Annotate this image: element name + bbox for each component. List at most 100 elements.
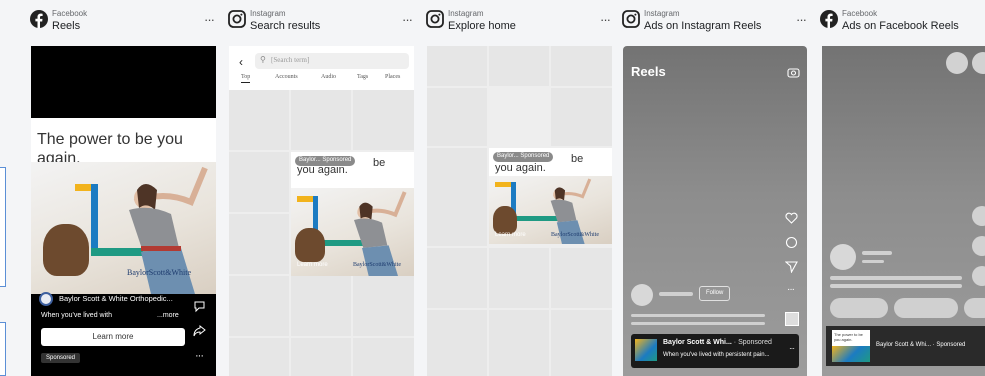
grid-tile[interactable] <box>489 310 549 376</box>
like-button[interactable] <box>972 206 985 226</box>
learn-more-overlay[interactable]: Learn more <box>297 262 328 268</box>
placement-card-instagram-explore: Instagram Explore home ··· you again. Ba… <box>426 0 612 376</box>
learn-more-button[interactable]: Learn more <box>41 328 185 346</box>
placement-card-facebook-reels-ads: Facebook Ads on Facebook Reels The power… <box>820 0 985 376</box>
username-placeholder <box>862 251 892 255</box>
brand-logo: BaylorScott&White <box>551 232 599 238</box>
ad-banner[interactable]: The power to be you again. Baylor Scott … <box>826 326 985 366</box>
placement-card-facebook-reels: Facebook Reels ··· The power to be you a… <box>30 0 216 376</box>
platform-label: Instagram <box>250 9 286 18</box>
avatar[interactable] <box>631 284 653 306</box>
grid-tile[interactable] <box>229 276 289 336</box>
grid-tile[interactable] <box>229 338 289 376</box>
card-header: Instagram Search results ··· <box>228 0 414 44</box>
comment-icon[interactable] <box>785 236 798 249</box>
cta-placeholder[interactable] <box>830 298 888 318</box>
ad-banner[interactable]: Baylor Scott & Whi... · Sponsored When y… <box>631 334 799 368</box>
back-icon[interactable]: ‹ <box>239 55 243 69</box>
more-options-button[interactable]: ··· <box>600 12 611 27</box>
placement-label: Reels <box>52 20 81 32</box>
ad-photo: Learn more BaylorScott&White <box>489 176 612 244</box>
profile-button[interactable] <box>972 52 985 74</box>
instagram-icon <box>622 10 640 28</box>
grid-tile[interactable] <box>229 90 289 150</box>
banner-more-icon[interactable]: ··· <box>789 344 795 353</box>
advertiser-name[interactable]: Baylor Scott & White Orthopedic... <box>59 294 173 303</box>
camera-button[interactable] <box>946 52 968 74</box>
cta-placeholder[interactable] <box>894 298 958 318</box>
left-edge-frame-lower <box>0 322 6 376</box>
grid-tile[interactable] <box>489 46 549 86</box>
tab-top[interactable]: Top <box>241 74 251 83</box>
grid-tile[interactable] <box>291 90 351 150</box>
ad-creative: The power to be you again. BaylorScott&W… <box>31 118 216 294</box>
comment-button[interactable] <box>972 236 985 256</box>
grid-tile[interactable] <box>353 90 414 150</box>
more-options-button[interactable]: ··· <box>796 12 807 27</box>
advertiser-avatar[interactable] <box>39 292 53 306</box>
follow-button[interactable]: Follow <box>699 286 731 301</box>
comment-icon[interactable] <box>193 300 206 313</box>
dog-illustration <box>295 228 325 262</box>
grid-tile[interactable] <box>353 276 414 336</box>
search-placeholder: [Search term] <box>271 56 310 64</box>
grid-tile[interactable] <box>551 310 612 376</box>
placement-card-instagram-reels: Instagram Ads on Instagram Reels ··· Ree… <box>622 0 808 376</box>
camera-icon[interactable] <box>787 66 800 79</box>
grid-tile[interactable] <box>427 248 487 308</box>
ad-headline: you again. <box>495 162 546 174</box>
brand-logo: BaylorScott&White <box>127 268 191 277</box>
placement-card-instagram-search: Instagram Search results ··· ‹ ⚲ [Search… <box>228 0 414 376</box>
reel-more-icon[interactable]: ··· <box>195 350 204 362</box>
card-header: Facebook Reels ··· <box>30 0 216 44</box>
grid-tile[interactable] <box>551 88 612 146</box>
grid-tile[interactable] <box>427 88 487 146</box>
placement-label: Ads on Instagram Reels <box>644 20 762 32</box>
card-header: Facebook Ads on Facebook Reels <box>820 0 985 44</box>
search-tabs: Top Accounts Audio Tags Places <box>229 74 414 88</box>
avatar[interactable] <box>830 244 856 270</box>
grid-tile[interactable] <box>291 338 351 376</box>
grid-tile[interactable] <box>353 338 414 376</box>
instagram-icon <box>426 10 444 28</box>
grid-tile[interactable] <box>229 214 289 274</box>
ad-tile[interactable]: you again. Baylor... Sponsored be Learn … <box>489 148 612 244</box>
share-button[interactable] <box>972 266 985 286</box>
card-header: Instagram Explore home ··· <box>426 0 612 44</box>
card-header: Instagram Ads on Instagram Reels ··· <box>622 0 808 44</box>
username-placeholder <box>862 260 884 263</box>
tab-audio[interactable]: Audio <box>321 74 336 80</box>
sponsored-pill: Baylor... Sponsored <box>493 152 554 162</box>
heart-icon[interactable] <box>785 212 798 224</box>
grid-tile[interactable] <box>551 248 612 308</box>
learn-more-overlay[interactable]: Learn more <box>495 232 526 238</box>
more-options-button[interactable]: ··· <box>204 12 215 27</box>
grid-tile[interactable] <box>427 310 487 376</box>
send-icon[interactable] <box>785 260 798 273</box>
caption-placeholder <box>830 276 962 280</box>
ad-tile[interactable]: you again. Baylor... Sponsored be Learn … <box>291 152 414 276</box>
search-input[interactable]: ⚲ [Search term] <box>255 53 409 69</box>
dog-illustration <box>493 206 517 234</box>
cta-placeholder[interactable] <box>964 298 985 318</box>
audio-thumbnail[interactable] <box>785 312 799 326</box>
platform-label: Instagram <box>448 9 484 18</box>
grid-tile[interactable] <box>229 152 289 212</box>
tab-tags[interactable]: Tags <box>357 74 368 80</box>
platform-label: Facebook <box>52 9 88 18</box>
grid-tile[interactable] <box>551 46 612 86</box>
facebook-icon <box>820 10 838 28</box>
grid-tile[interactable] <box>427 148 487 246</box>
more-options-button[interactable]: ··· <box>402 12 413 27</box>
grid-tile[interactable] <box>291 276 351 336</box>
sponsored-label: Sponsored <box>322 157 352 163</box>
dog-illustration <box>43 224 89 276</box>
share-icon[interactable] <box>193 324 206 337</box>
tab-accounts[interactable]: Accounts <box>275 74 298 80</box>
reels-title: Reels <box>631 64 666 79</box>
tab-places[interactable]: Places <box>385 74 400 80</box>
reel-more-icon[interactable]: ··· <box>787 284 795 295</box>
grid-tile[interactable] <box>489 248 549 308</box>
caption-more-link[interactable]: ...more <box>157 312 179 319</box>
grid-tile[interactable] <box>427 46 487 86</box>
